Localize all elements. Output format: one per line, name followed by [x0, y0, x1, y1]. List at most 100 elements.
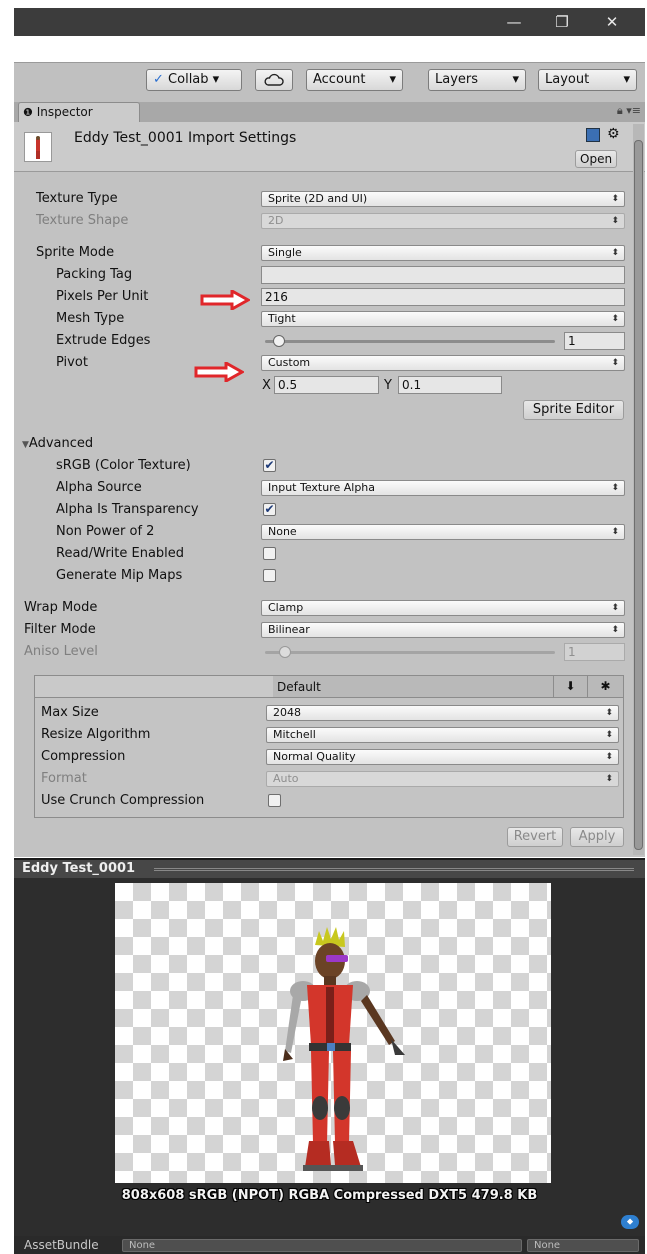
extrude-edges-input[interactable]: 1 [564, 332, 625, 350]
pivot-y-label: Y [384, 378, 392, 393]
maximize-button[interactable]: ❐ [542, 8, 582, 36]
aniso-level-slider [261, 644, 559, 660]
pivot-y-input[interactable]: 0.1 [398, 376, 502, 394]
drag-handle[interactable] [154, 868, 634, 871]
preview-header: Eddy Test_0001 [14, 858, 645, 878]
format-label: Format [41, 771, 87, 786]
assetbundle-dropdown[interactable]: None [122, 1239, 522, 1252]
dropdown-arrow-icon: ⬍ [611, 248, 619, 258]
dropdown-arrow-icon: ⬍ [611, 603, 619, 613]
slider-knob[interactable] [273, 335, 286, 347]
extrude-edges-slider[interactable] [261, 333, 559, 349]
revert-button[interactable]: Revert [507, 827, 563, 847]
minimize-button[interactable]: — [494, 8, 534, 36]
inspector-scrollbar[interactable] [633, 124, 644, 855]
layers-label: Layers [435, 72, 479, 87]
sprite-mode-dropdown[interactable]: Single ⬍ [261, 245, 625, 261]
gear-icon[interactable]: ⚙ [607, 126, 620, 142]
extrude-edges-label: Extrude Edges [56, 333, 151, 348]
alpha-is-transparency-label: Alpha Is Transparency [56, 502, 199, 517]
pivot-value: Custom [268, 356, 311, 369]
texture-type-dropdown[interactable]: Sprite (2D and UI) ⬍ [261, 191, 625, 207]
sprite-mode-label: Sprite Mode [36, 245, 115, 260]
variant-value: None [534, 1240, 561, 1251]
dropdown-arrow-icon: ⬍ [611, 314, 619, 324]
editor-toolbar: ✓ Collab ▾ Account ▾ Layers ▾ Layout ▾ [14, 62, 645, 102]
assetbundle-bar: AssetBundle None None [14, 1236, 645, 1254]
collab-label: Collab ▾ [168, 72, 220, 87]
max-size-dropdown[interactable]: 2048 ⬍ [266, 705, 619, 721]
chevron-down-icon: ▾ [623, 72, 630, 87]
crunch-compression-checkbox[interactable] [268, 794, 281, 807]
sprite-mode-value: Single [268, 246, 302, 259]
mip-maps-label: Generate Mip Maps [56, 568, 183, 583]
srgb-label: sRGB (Color Texture) [56, 458, 191, 473]
dropdown-arrow-icon: ⬍ [611, 527, 619, 537]
window-titlebar: — ❐ ✕ [14, 8, 645, 36]
mesh-type-dropdown[interactable]: Tight ⬍ [261, 311, 625, 327]
alpha-is-transparency-checkbox[interactable]: ✔ [263, 503, 276, 516]
srgb-checkbox[interactable]: ✔ [263, 459, 276, 472]
scrollbar-thumb[interactable] [634, 140, 643, 850]
mip-maps-checkbox[interactable] [263, 569, 276, 582]
non-power-of-2-dropdown[interactable]: None ⬍ [261, 524, 625, 540]
preview-panel: Eddy Test_0001 808x608 sRGB (NPOT) RGBA … [14, 858, 645, 1254]
layers-dropdown[interactable]: Layers ▾ [428, 69, 526, 91]
resize-algorithm-value: Mitchell [273, 728, 316, 741]
format-dropdown: Auto ⬍ [266, 771, 619, 787]
layout-dropdown[interactable]: Layout ▾ [538, 69, 637, 91]
compression-dropdown[interactable]: Normal Quality ⬍ [266, 749, 619, 765]
tag-icon[interactable]: ⬥ [621, 1215, 639, 1229]
wrap-mode-dropdown[interactable]: Clamp ⬍ [261, 600, 625, 616]
dropdown-arrow-icon: ⬍ [605, 774, 613, 784]
help-book-icon[interactable] [586, 128, 600, 142]
filter-mode-label: Filter Mode [24, 622, 96, 637]
account-dropdown[interactable]: Account ▾ [306, 69, 403, 91]
texture-type-value: Sprite (2D and UI) [268, 192, 368, 205]
tab-inspector[interactable]: ❶ Inspector [18, 102, 140, 122]
slider-track [265, 651, 555, 654]
collab-button[interactable]: ✓ Collab ▾ [146, 69, 242, 91]
open-button[interactable]: Open [575, 150, 618, 168]
read-write-checkbox[interactable] [263, 547, 276, 560]
non-power-of-2-value: None [268, 525, 297, 538]
texture-info-text: 808x608 sRGB (NPOT) RGBA Compressed DXT5… [121, 1188, 538, 1203]
alpha-source-label: Alpha Source [56, 480, 142, 495]
checkmark-icon: ✓ [153, 72, 164, 87]
slider-track [265, 340, 555, 343]
pivot-label: Pivot [56, 355, 88, 370]
pivot-dropdown[interactable]: Custom ⬍ [261, 355, 625, 371]
crunch-compression-label: Use Crunch Compression [41, 793, 205, 808]
lock-icon[interactable]: 🔒︎ ▾≡ [617, 104, 641, 118]
compression-label: Compression [41, 749, 126, 764]
sprite-editor-button[interactable]: Sprite Editor [523, 400, 624, 420]
aniso-level-label: Aniso Level [24, 644, 98, 659]
dropdown-arrow-icon: ⬍ [605, 730, 613, 740]
assetbundle-label: AssetBundle [24, 1238, 99, 1252]
pixels-per-unit-label: Pixels Per Unit [56, 289, 149, 304]
close-button[interactable]: ✕ [592, 8, 632, 36]
assetbundle-value: None [129, 1240, 156, 1251]
wrap-mode-label: Wrap Mode [24, 600, 98, 615]
cloud-button[interactable] [255, 69, 293, 91]
tab-default[interactable]: Default [273, 679, 549, 695]
apply-button[interactable]: Apply [570, 827, 624, 847]
filter-mode-dropdown[interactable]: Bilinear ⬍ [261, 622, 625, 638]
packing-tag-input[interactable] [261, 266, 625, 284]
page-title: Eddy Test_0001 Import Settings [74, 130, 297, 146]
pivot-x-input[interactable]: 0.5 [274, 376, 379, 394]
alpha-source-dropdown[interactable]: Input Texture Alpha ⬍ [261, 480, 625, 496]
alpha-source-value: Input Texture Alpha [268, 481, 376, 494]
android-icon[interactable]: ✱ [587, 676, 623, 697]
resize-algorithm-dropdown[interactable]: Mitchell ⬍ [266, 727, 619, 743]
pivot-x-label: X [262, 378, 271, 393]
account-label: Account [313, 72, 366, 87]
pixels-per-unit-input[interactable]: 216 [261, 288, 625, 306]
advanced-foldout[interactable]: ▼Advanced [22, 436, 93, 453]
foldout-arrow-icon: ▼ [22, 440, 29, 450]
download-icon[interactable]: ⬇ [553, 676, 587, 697]
filter-mode-value: Bilinear [268, 623, 310, 636]
platform-tab-spacer [35, 676, 273, 697]
assetbundle-variant-dropdown[interactable]: None [527, 1239, 639, 1252]
texture-type-label: Texture Type [36, 191, 118, 206]
